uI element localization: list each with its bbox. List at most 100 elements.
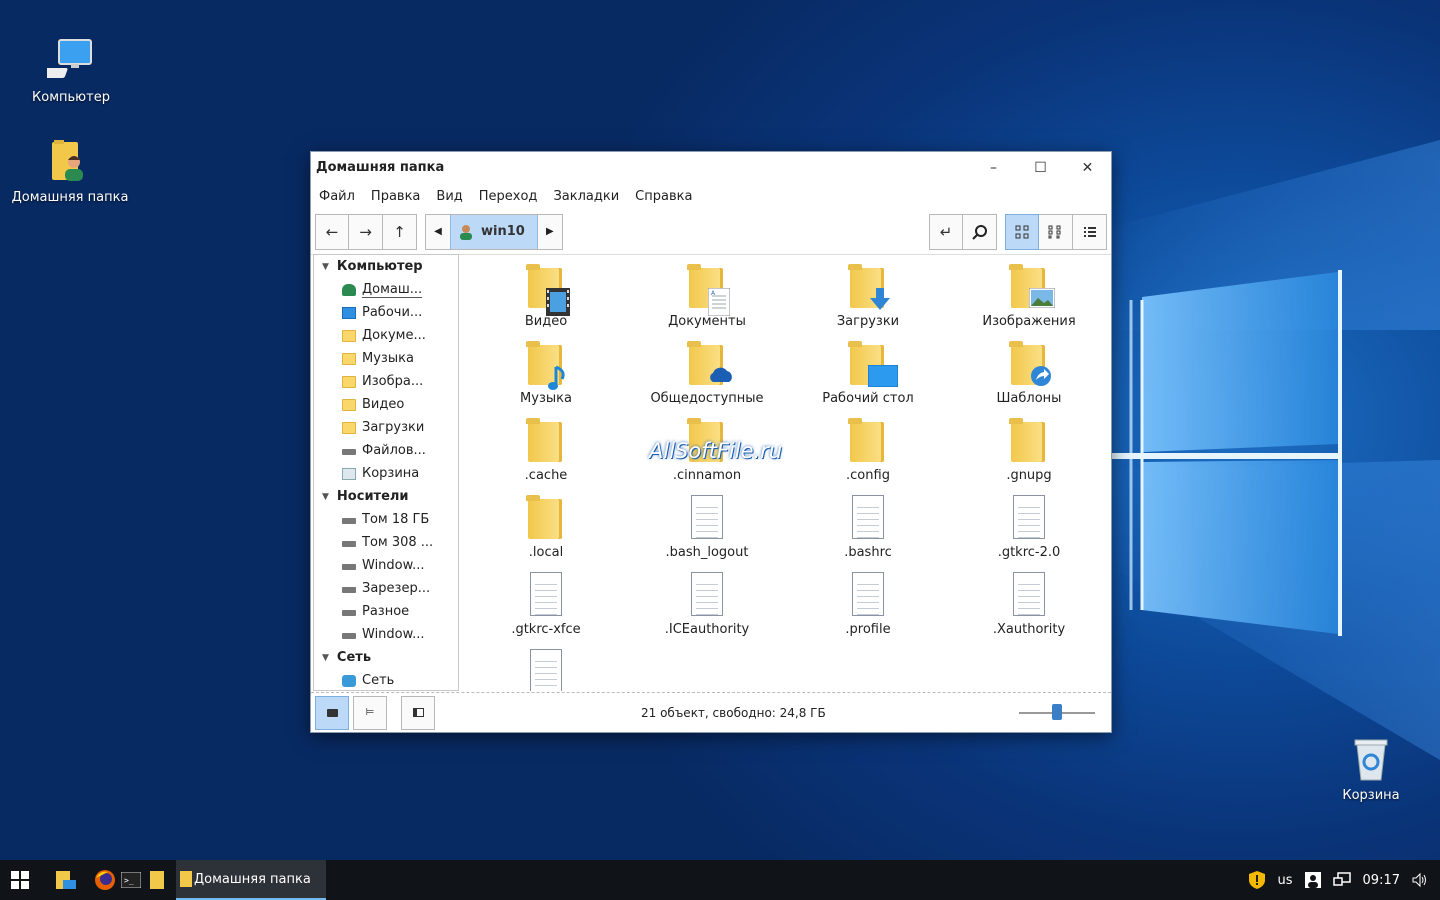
system-tray: us 09:17 [1248,860,1440,900]
menu-help[interactable]: Справка [635,189,692,204]
file-name-label: .gtkrc-2.0 [997,545,1061,560]
desktop-icon-label: Корзина [1342,788,1400,803]
breadcrumb-left-arrow[interactable]: ◀ [426,214,450,249]
search-button[interactable] [963,213,997,250]
folder-item[interactable]: Шаблоны [954,341,1104,406]
folder-item[interactable]: Рабочий стол [793,341,943,406]
toolbar: ← → ↑ ◀ win10 ▶ ↵ [311,209,1111,255]
sidebar-item-filesystem[interactable]: Файлов... [314,439,458,462]
drive-icon [342,517,356,524]
terminal-icon: >_ [121,872,141,888]
folder-item[interactable]: Загрузки [793,264,943,329]
folder-item[interactable]: Изображения [954,264,1104,329]
zoom-slider-handle[interactable] [1052,704,1062,720]
sidebar-item-label: Window... [362,558,425,573]
sidebar-item-volume[interactable]: Зарезер... [314,577,458,600]
icon-view-button[interactable] [1005,213,1039,250]
sidebar-item-videos[interactable]: Видео [314,393,458,416]
folder-icon [342,398,356,411]
folder-item[interactable]: A Документы [632,264,782,329]
sidebar-section-devices[interactable]: ▼ Носители [314,485,458,508]
folder-item[interactable]: .local [471,495,621,560]
security-shield-icon[interactable] [1248,870,1266,890]
forward-button[interactable]: → [349,213,383,250]
show-desktop-button[interactable] [46,860,86,900]
sidebar-item-music[interactable]: Музыка [314,347,458,370]
folder-item[interactable]: Видео [471,264,621,329]
keyboard-layout-indicator[interactable]: us [1278,873,1293,888]
svg-text:>_: >_ [124,876,134,885]
file-name-label: Шаблоны [996,391,1062,406]
music-badge-icon [546,365,570,390]
files-launcher[interactable] [144,860,170,900]
sidebar-item-trash[interactable]: Корзина [314,462,458,485]
text-file-icon [848,495,888,541]
sidebar-section-network[interactable]: ▼ Сеть [314,646,458,669]
open-terminal-button[interactable]: ↵ [929,213,963,250]
file-manager-window: Домашняя папка – ☐ ✕ Файл Правка Вид Пер… [310,151,1112,733]
file-item[interactable] [471,649,621,691]
sidebar-item-volume[interactable]: Window... [314,623,458,646]
places-pane-button[interactable] [315,695,349,730]
breadcrumb-right-arrow[interactable]: ▶ [537,214,562,249]
file-item[interactable]: .gtkrc-2.0 [954,495,1104,560]
desktop-icon-home[interactable]: Домашняя папка [10,138,130,205]
menu-go[interactable]: Переход [479,189,538,204]
sidebar-item-documents[interactable]: Докуме... [314,324,458,347]
clock[interactable]: 09:17 [1363,873,1400,888]
desktop-icon-label: Домашняя папка [11,190,129,205]
terminal-launcher[interactable]: >_ [118,860,144,900]
minimize-button[interactable]: – [970,152,1017,183]
zoom-slider[interactable] [1019,704,1095,720]
start-button[interactable] [0,860,40,900]
sidebar-item-volume[interactable]: Том 18 ГБ [314,508,458,531]
user-icon[interactable] [1304,872,1321,888]
download-badge-icon [868,288,892,310]
folder-item[interactable]: Общедоступные [632,341,782,406]
firefox-launcher[interactable] [92,860,118,900]
desktop-icon-trash[interactable]: Корзина [1311,736,1431,803]
file-item[interactable]: .ICEauthority [632,572,782,637]
compact-view-button[interactable] [1039,213,1073,250]
home-folder-icon [46,138,94,186]
taskbar-window-button[interactable]: Домашняя папка [176,860,326,900]
details-view-button[interactable] [1073,213,1107,250]
sidebar-item-network[interactable]: Сеть [314,669,458,690]
folder-item[interactable]: Музыка [471,341,621,406]
sidebar-item-volume[interactable]: Разное [314,600,458,623]
sidebar-item-home[interactable]: Домаш... [314,278,458,301]
sidebar-item-desktop[interactable]: Рабочи... [314,301,458,324]
folder-icon [687,341,732,387]
hide-sidebar-button[interactable] [401,695,435,730]
menu-view[interactable]: Вид [436,189,462,204]
up-button[interactable]: ↑ [383,213,417,250]
folder-item[interactable]: .config [793,418,943,483]
breadcrumb-home[interactable]: win10 [450,214,538,249]
drive-icon [342,609,356,616]
sidebar-item-volume[interactable]: Том 308 ... [314,531,458,554]
tree-pane-button[interactable]: ⊨ [353,695,387,730]
sidebar-section-computer[interactable]: ▼ Компьютер [314,255,458,278]
sidebar-item-pictures[interactable]: Изобра... [314,370,458,393]
close-button[interactable]: ✕ [1064,152,1111,183]
menu-file[interactable]: Файл [319,189,355,204]
file-item[interactable]: .bashrc [793,495,943,560]
title-bar[interactable]: Домашняя папка – ☐ ✕ [311,152,1111,183]
network-icon[interactable] [1332,872,1351,888]
desktop-icon-computer[interactable]: Компьютер [11,38,131,105]
file-item[interactable]: .profile [793,572,943,637]
file-item[interactable]: .gtkrc-xfce [471,572,621,637]
file-item[interactable]: .Xauthority [954,572,1104,637]
sidebar-item-volume[interactable]: Window... [314,554,458,577]
folder-item[interactable]: .cache [471,418,621,483]
file-name-label: Видео [524,314,568,329]
menu-bookmarks[interactable]: Закладки [553,189,619,204]
menu-edit[interactable]: Правка [371,189,420,204]
maximize-button[interactable]: ☐ [1017,152,1064,183]
volume-icon[interactable] [1412,872,1428,888]
sidebar-item-downloads[interactable]: Загрузки [314,416,458,439]
back-button[interactable]: ← [315,213,349,250]
taskbar: >_ Домашняя папка us 09:17 [0,860,1440,900]
folder-item[interactable]: .gnupg [954,418,1104,483]
file-item[interactable]: .bash_logout [632,495,782,560]
